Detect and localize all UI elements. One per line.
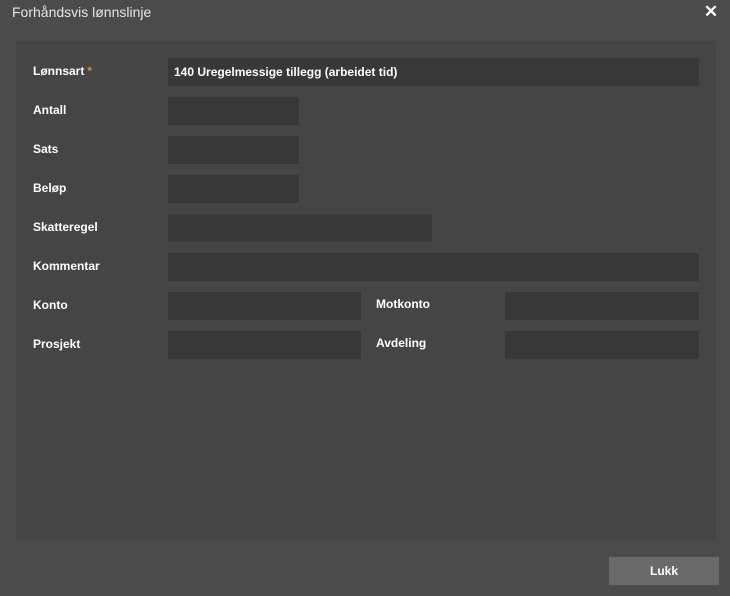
- prosjekt-label: Prosjekt: [33, 337, 81, 351]
- skatteregel-label: Skatteregel: [33, 220, 98, 234]
- form-panel: Lønnsart* Antall Sats Beløp Skatteregel …: [16, 41, 716, 541]
- close-button[interactable]: Lukk: [609, 557, 719, 585]
- antall-field[interactable]: [168, 97, 299, 125]
- avdeling-field[interactable]: [505, 331, 699, 359]
- close-icon[interactable]: ✕: [702, 3, 720, 21]
- skatteregel-field[interactable]: [168, 214, 432, 242]
- motkonto-field[interactable]: [505, 292, 699, 320]
- lonnsart-label-text: Lønnsart: [33, 64, 85, 78]
- belop-field[interactable]: [168, 175, 299, 203]
- motkonto-label: Motkonto: [376, 297, 430, 311]
- avdeling-label: Avdeling: [376, 336, 427, 350]
- belop-label: Beløp: [33, 181, 67, 195]
- konto-label: Konto: [33, 298, 68, 312]
- kommentar-field[interactable]: [168, 253, 699, 281]
- lonnsart-field[interactable]: [168, 58, 699, 86]
- lonnsart-label: Lønnsart *: [33, 57, 92, 85]
- dialog-title: Forhåndsvis lønnslinje: [12, 4, 152, 20]
- required-marker: *: [87, 64, 93, 78]
- antall-label: Antall: [33, 103, 67, 117]
- prosjekt-field[interactable]: [168, 331, 361, 359]
- kommentar-label: Kommentar: [33, 259, 100, 273]
- dialog-titlebar: Forhåndsvis lønnslinje ✕: [0, 0, 730, 30]
- konto-field[interactable]: [168, 292, 361, 320]
- sats-field[interactable]: [168, 136, 299, 164]
- preview-dialog: Forhåndsvis lønnslinje ✕ Lønnsart* Antal…: [0, 0, 730, 596]
- sats-label: Sats: [33, 142, 59, 156]
